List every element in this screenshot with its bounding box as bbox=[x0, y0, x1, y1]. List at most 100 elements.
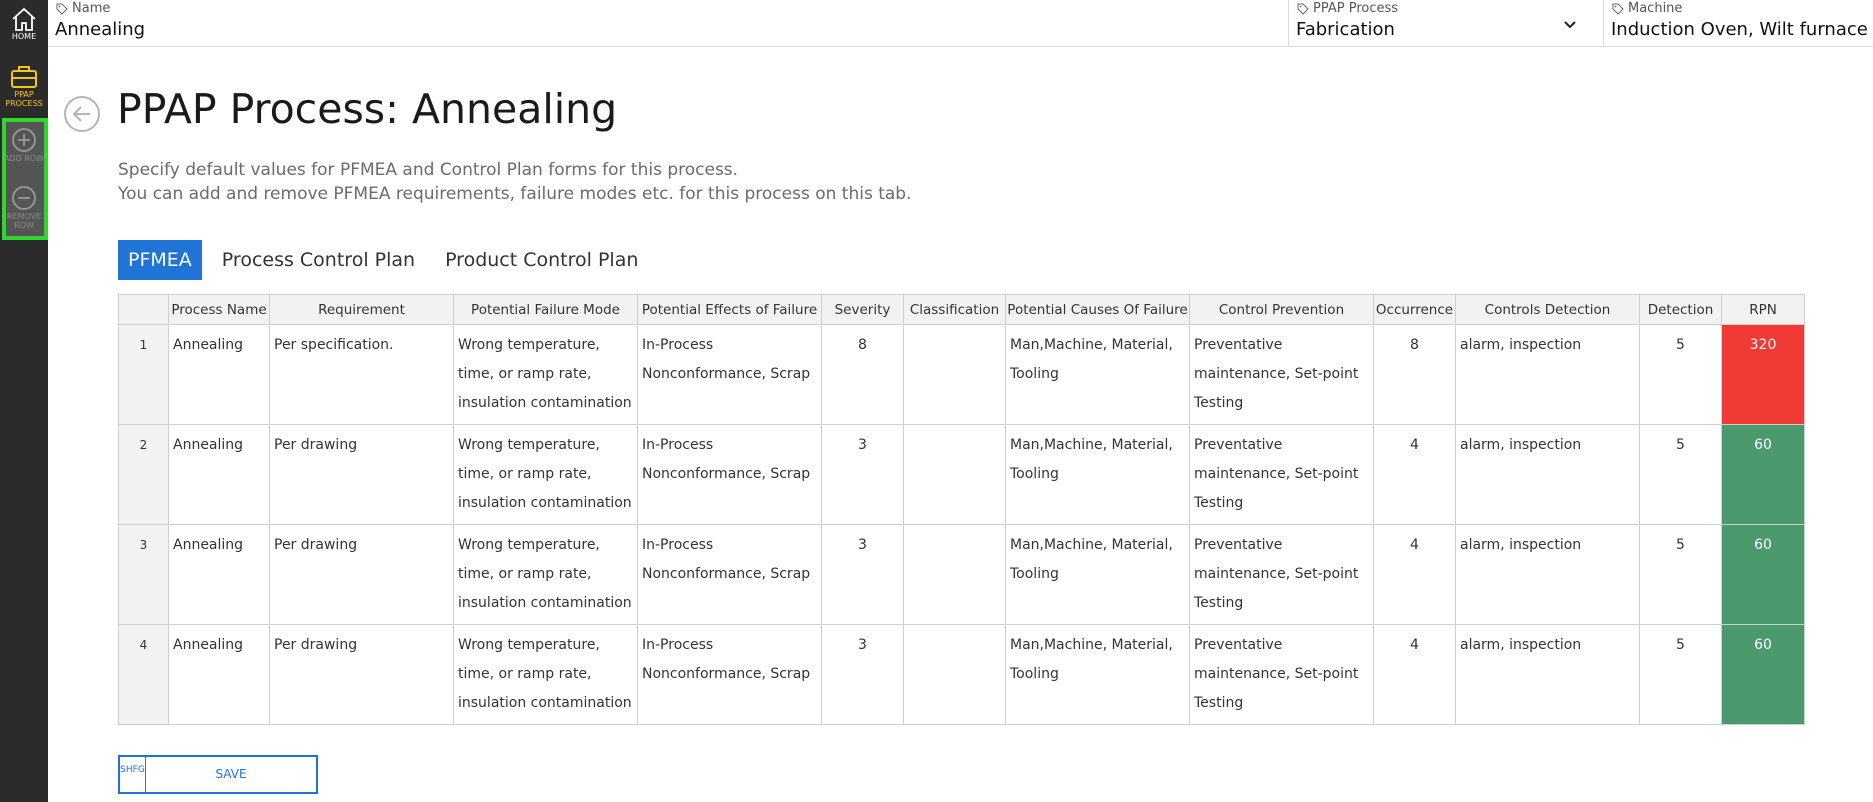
cell-requirement[interactable]: Per specification. bbox=[269, 324, 454, 425]
cell-requirement[interactable]: Per drawing bbox=[269, 424, 454, 525]
column-header-rpn[interactable]: RPN bbox=[1721, 294, 1805, 325]
cell-controls-detection[interactable]: alarm, inspection bbox=[1455, 624, 1640, 725]
machine-field[interactable]: Machine Induction Oven, Wilt furnace bbox=[1603, 0, 1873, 46]
cell-detection[interactable]: 5 bbox=[1639, 324, 1722, 425]
cell-severity[interactable]: 3 bbox=[821, 424, 904, 525]
cell-controls-detection[interactable]: alarm, inspection bbox=[1455, 324, 1640, 425]
column-header-requirement[interactable]: Requirement bbox=[269, 294, 454, 325]
cell-controls-detection[interactable]: alarm, inspection bbox=[1455, 424, 1640, 525]
remove-row-button[interactable]: REMOVE ROW bbox=[0, 184, 48, 230]
cell-control-prevention[interactable]: Preventative maintenance, Set-point Test… bbox=[1189, 424, 1374, 525]
pfmea-table: Process Name Requirement Potential Failu… bbox=[118, 294, 1805, 725]
row-index[interactable]: 4 bbox=[118, 624, 169, 725]
column-header-occurrence[interactable]: Occurrence bbox=[1373, 294, 1456, 325]
cell-severity[interactable]: 8 bbox=[821, 324, 904, 425]
machine-value[interactable]: Induction Oven, Wilt furnace bbox=[1611, 19, 1868, 40]
page-description: Specify default values for PFMEA and Con… bbox=[118, 158, 912, 206]
ppap-process-select[interactable]: PPAP Process Fabrication bbox=[1288, 0, 1603, 46]
column-header-causes[interactable]: Potential Causes Of Failure bbox=[1005, 294, 1190, 325]
row-index[interactable]: 3 bbox=[118, 524, 169, 625]
cell-effects[interactable]: In-Process Nonconformance, Scrap bbox=[637, 424, 822, 525]
tab-product-control-plan[interactable]: Product Control Plan bbox=[435, 240, 648, 280]
cell-controls-detection[interactable]: alarm, inspection bbox=[1455, 524, 1640, 625]
column-header-effects[interactable]: Potential Effects of Failure bbox=[637, 294, 822, 325]
ppap-process-label: PPAP Process bbox=[1313, 1, 1399, 16]
cell-rpn: 320 bbox=[1721, 324, 1805, 425]
cell-failure-mode[interactable]: Wrong temperature, time, or ramp rate, i… bbox=[453, 324, 638, 425]
cell-failure-mode[interactable]: Wrong temperature, time, or ramp rate, i… bbox=[453, 624, 638, 725]
tab-pfmea[interactable]: PFMEA bbox=[118, 240, 202, 280]
cell-rpn: 60 bbox=[1721, 424, 1805, 525]
table-row[interactable]: 3 Annealing Per drawing Wrong temperatur… bbox=[118, 524, 1805, 625]
column-header-severity[interactable]: Severity bbox=[821, 294, 904, 325]
cell-process-name[interactable]: Annealing bbox=[168, 424, 270, 525]
cell-process-name[interactable]: Annealing bbox=[168, 524, 270, 625]
table-row[interactable]: 2 Annealing Per drawing Wrong temperatur… bbox=[118, 424, 1805, 525]
cell-requirement[interactable]: Per drawing bbox=[269, 524, 454, 625]
cell-causes[interactable]: Man,Machine, Material, Tooling bbox=[1005, 424, 1190, 525]
save-button[interactable]: SHFG SAVE bbox=[118, 755, 318, 794]
cell-process-name[interactable]: Annealing bbox=[168, 324, 270, 425]
sidebar: HOME PPAP PROCESS ADD ROW REMOVE ROW bbox=[0, 0, 48, 802]
column-header-control-prevention[interactable]: Control Prevention bbox=[1189, 294, 1374, 325]
cell-failure-mode[interactable]: Wrong temperature, time, or ramp rate, i… bbox=[453, 424, 638, 525]
cell-severity[interactable]: 3 bbox=[821, 624, 904, 725]
table-row[interactable]: 1 Annealing Per specification. Wrong tem… bbox=[118, 324, 1805, 425]
remove-row-label: REMOVE ROW bbox=[6, 212, 42, 230]
cell-control-prevention[interactable]: Preventative maintenance, Set-point Test… bbox=[1189, 324, 1374, 425]
column-header-detection[interactable]: Detection bbox=[1639, 294, 1722, 325]
cell-failure-mode[interactable]: Wrong temperature, time, or ramp rate, i… bbox=[453, 524, 638, 625]
row-index[interactable]: 2 bbox=[118, 424, 169, 525]
row-index[interactable]: 1 bbox=[118, 324, 169, 425]
name-field-label: Name bbox=[72, 1, 111, 16]
cell-occurrence[interactable]: 4 bbox=[1373, 424, 1456, 525]
cell-occurrence[interactable]: 8 bbox=[1373, 324, 1456, 425]
cell-process-name[interactable]: Annealing bbox=[168, 624, 270, 725]
name-field-value[interactable]: Annealing bbox=[55, 19, 145, 40]
sidebar-item-ppap-label: PPAP PROCESS bbox=[5, 90, 43, 108]
cell-occurrence[interactable]: 4 bbox=[1373, 524, 1456, 625]
cell-severity[interactable]: 3 bbox=[821, 524, 904, 625]
cell-classification[interactable] bbox=[903, 324, 1006, 425]
machine-label: Machine bbox=[1628, 1, 1683, 16]
sidebar-item-home[interactable]: HOME bbox=[0, 6, 48, 41]
column-header-controls-detection[interactable]: Controls Detection bbox=[1455, 294, 1640, 325]
tag-icon bbox=[1297, 3, 1309, 15]
cell-classification[interactable] bbox=[903, 624, 1006, 725]
page-title: PPAP Process: Annealing bbox=[117, 85, 618, 133]
tag-icon bbox=[1612, 3, 1624, 15]
sidebar-item-ppap-process[interactable]: PPAP PROCESS bbox=[0, 64, 48, 108]
name-field-label-wrap: Name bbox=[56, 1, 110, 16]
cell-effects[interactable]: In-Process Nonconformance, Scrap bbox=[637, 624, 822, 725]
column-header-failure-mode[interactable]: Potential Failure Mode bbox=[453, 294, 638, 325]
cell-rpn: 60 bbox=[1721, 624, 1805, 725]
cell-causes[interactable]: Man,Machine, Material, Tooling bbox=[1005, 524, 1190, 625]
column-header-index bbox=[118, 294, 169, 325]
cell-control-prevention[interactable]: Preventative maintenance, Set-point Test… bbox=[1189, 524, 1374, 625]
cell-control-prevention[interactable]: Preventative maintenance, Set-point Test… bbox=[1189, 624, 1374, 725]
cell-classification[interactable] bbox=[903, 424, 1006, 525]
table-row[interactable]: 4 Annealing Per drawing Wrong temperatur… bbox=[118, 624, 1805, 725]
cell-detection[interactable]: 5 bbox=[1639, 524, 1722, 625]
name-field[interactable]: Name Annealing bbox=[48, 0, 1288, 46]
chevron-down-icon[interactable] bbox=[1563, 20, 1577, 30]
save-shortcut-hint: SHFG bbox=[120, 757, 146, 792]
sidebar-item-home-label: HOME bbox=[11, 32, 37, 41]
back-arrow-icon[interactable] bbox=[63, 95, 101, 133]
cell-detection[interactable]: 5 bbox=[1639, 424, 1722, 525]
cell-classification[interactable] bbox=[903, 524, 1006, 625]
cell-requirement[interactable]: Per drawing bbox=[269, 624, 454, 725]
cell-effects[interactable]: In-Process Nonconformance, Scrap bbox=[637, 324, 822, 425]
home-icon bbox=[12, 7, 36, 31]
column-header-process-name[interactable]: Process Name bbox=[168, 294, 270, 325]
cell-effects[interactable]: In-Process Nonconformance, Scrap bbox=[637, 524, 822, 625]
cell-occurrence[interactable]: 4 bbox=[1373, 624, 1456, 725]
tab-process-control-plan[interactable]: Process Control Plan bbox=[212, 240, 425, 280]
add-row-label: ADD ROW bbox=[3, 154, 45, 163]
ppap-process-value[interactable]: Fabrication bbox=[1296, 19, 1395, 40]
cell-causes[interactable]: Man,Machine, Material, Tooling bbox=[1005, 624, 1190, 725]
add-row-button[interactable]: ADD ROW bbox=[0, 126, 48, 163]
column-header-classification[interactable]: Classification bbox=[903, 294, 1006, 325]
cell-causes[interactable]: Man,Machine, Material, Tooling bbox=[1005, 324, 1190, 425]
cell-detection[interactable]: 5 bbox=[1639, 624, 1722, 725]
